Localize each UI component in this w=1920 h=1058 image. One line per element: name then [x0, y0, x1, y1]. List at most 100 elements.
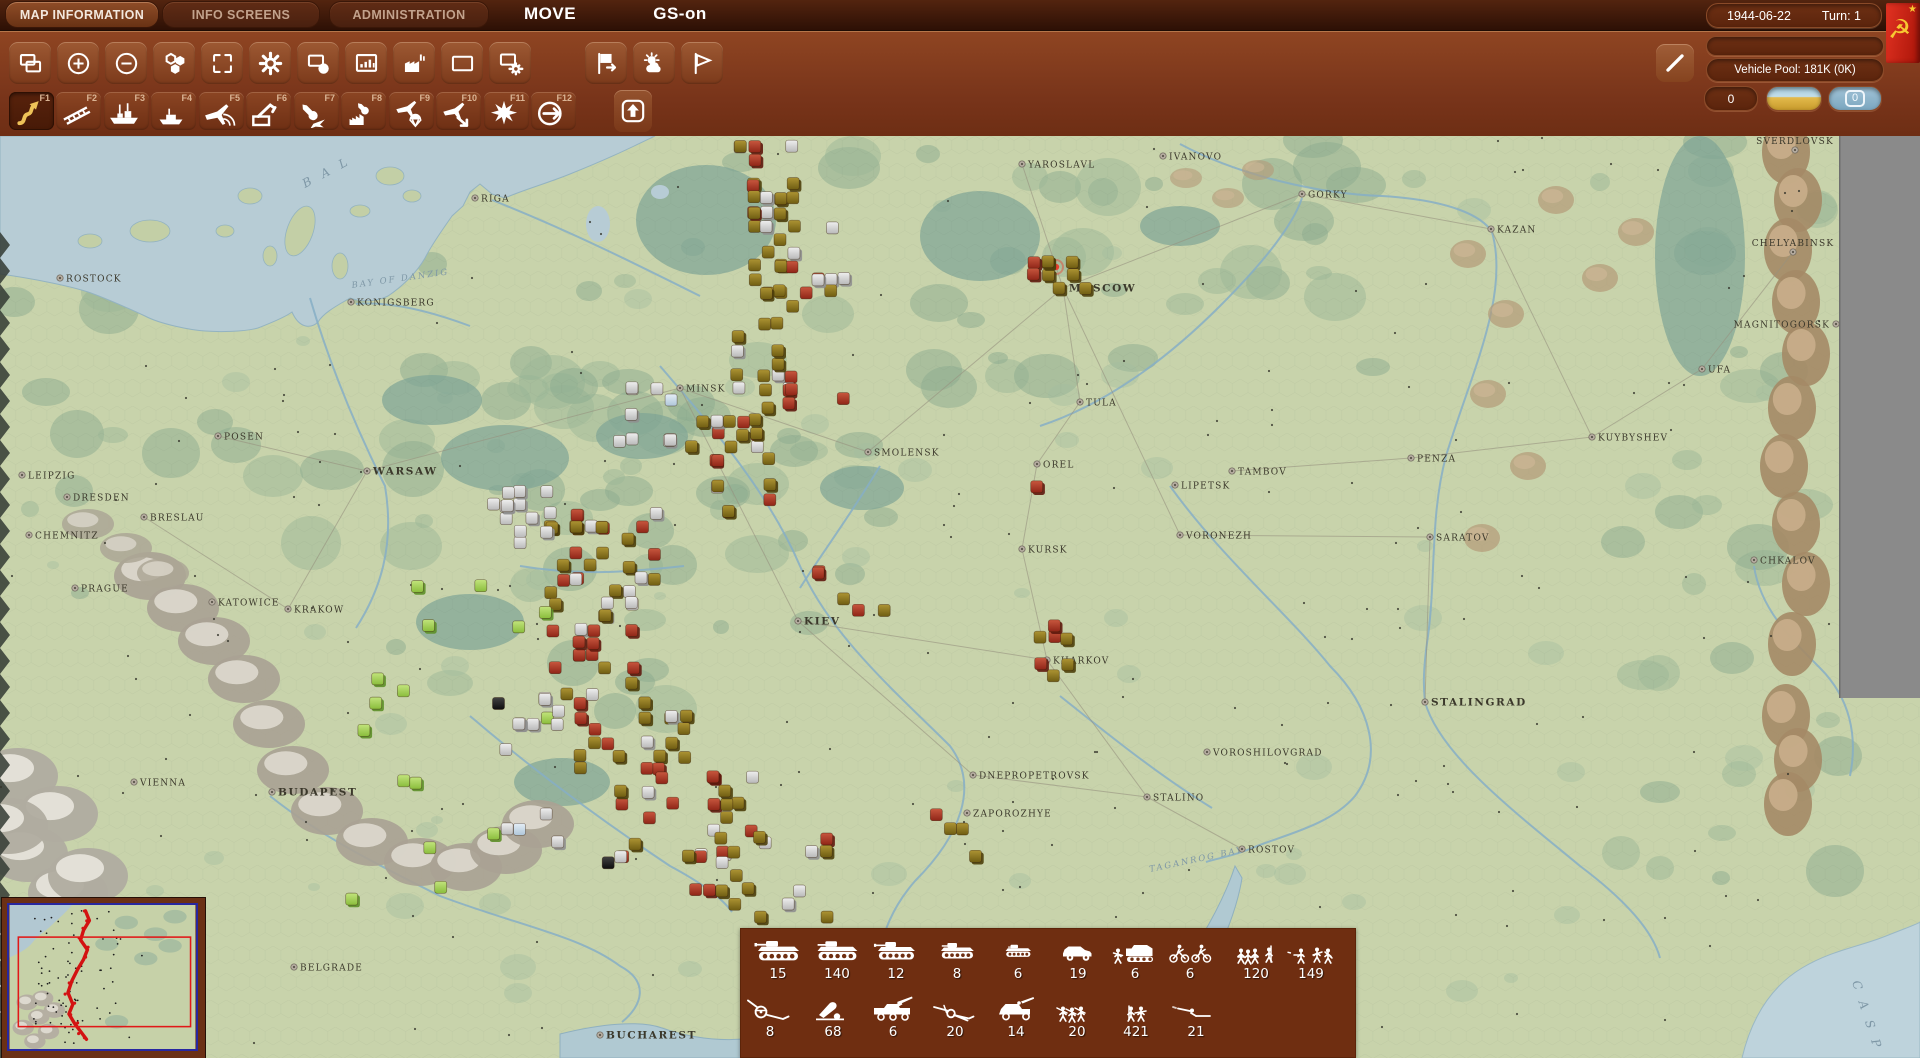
unit-counter[interactable]	[787, 178, 799, 190]
unit-counter[interactable]	[539, 693, 551, 705]
unit-counter[interactable]	[760, 192, 772, 204]
unit-counter[interactable]	[488, 828, 500, 840]
unit-counter[interactable]	[729, 898, 741, 910]
unit-counter[interactable]	[1061, 633, 1073, 645]
unit-counter[interactable]	[788, 220, 800, 232]
chart-window-button[interactable]	[345, 42, 387, 84]
unit-counter[interactable]	[616, 798, 628, 810]
unit-counter[interactable]	[553, 705, 565, 717]
unit-counter[interactable]	[749, 259, 761, 271]
unit-counter[interactable]	[825, 285, 837, 297]
unit-counter[interactable]	[782, 898, 794, 910]
unit-counter[interactable]	[806, 846, 818, 858]
unit-counter[interactable]	[547, 625, 559, 637]
unit-counter[interactable]	[667, 797, 679, 809]
unit-counter[interactable]	[748, 207, 760, 219]
fkey-f9-plane-parachute[interactable]: F9	[389, 92, 434, 130]
unit-counter[interactable]	[574, 762, 586, 774]
unit-counter[interactable]	[643, 812, 655, 824]
counter-display-button[interactable]	[201, 42, 243, 84]
unit-counter[interactable]	[623, 561, 635, 573]
unit-counter[interactable]	[423, 620, 435, 632]
unit-counter[interactable]	[614, 435, 626, 447]
tab-map-information[interactable]: MAP INFORMATION	[6, 2, 158, 27]
unit-counter[interactable]	[760, 384, 772, 396]
unit-counter[interactable]	[737, 429, 749, 441]
unit-counter[interactable]	[475, 580, 487, 592]
unit-counter[interactable]	[1067, 269, 1079, 281]
unit-counter[interactable]	[557, 559, 569, 571]
unit-counter[interactable]	[573, 636, 585, 648]
unit-counter[interactable]	[541, 486, 553, 498]
unit-counter[interactable]	[665, 710, 677, 722]
unit-counter[interactable]	[358, 724, 370, 736]
unit-counter[interactable]	[574, 749, 586, 761]
unit-counter[interactable]	[571, 509, 583, 521]
unit-counter[interactable]	[411, 581, 423, 593]
unit-counter[interactable]	[641, 762, 653, 774]
fkey-f3-ship-large[interactable]: F3	[104, 92, 149, 130]
unit-counter[interactable]	[820, 845, 832, 857]
unit-counter[interactable]	[570, 547, 582, 559]
tab-administration[interactable]: ADMINISTRATION	[330, 2, 488, 27]
unit-counter[interactable]	[754, 831, 766, 843]
unit-counter[interactable]	[838, 593, 850, 605]
unit-counter[interactable]	[759, 318, 771, 330]
unit-counter[interactable]	[575, 712, 587, 724]
unit-counter[interactable]	[711, 415, 723, 427]
unit-counter[interactable]	[501, 823, 513, 835]
unit-counter[interactable]	[734, 141, 746, 153]
unit-counter[interactable]	[665, 394, 677, 406]
unit-counter[interactable]	[623, 586, 635, 598]
unit-counter[interactable]	[755, 911, 767, 923]
unit-counter[interactable]	[599, 662, 611, 674]
unit-counter[interactable]	[545, 587, 557, 599]
minimap-viewport[interactable]	[7, 903, 198, 1051]
unit-counter[interactable]	[708, 798, 720, 810]
unit-counter[interactable]	[742, 883, 754, 895]
unit-counter[interactable]	[574, 698, 586, 710]
unit-counter[interactable]	[625, 597, 637, 609]
unit-counter[interactable]	[493, 698, 505, 710]
unit-counter[interactable]	[589, 737, 601, 749]
unit-counter[interactable]	[785, 383, 797, 395]
fkey-f12-next-circle[interactable]: F12	[531, 92, 576, 130]
unit-counter[interactable]	[651, 383, 663, 395]
unit-counter[interactable]	[587, 638, 599, 650]
unit-counter[interactable]	[774, 208, 786, 220]
unit-counter[interactable]	[502, 487, 514, 499]
unit-counter[interactable]	[747, 180, 759, 192]
unit-counter[interactable]	[785, 371, 797, 383]
fkey-f1-move-arrow[interactable]: F1	[9, 92, 54, 130]
unit-counter[interactable]	[712, 455, 724, 467]
unit-counter[interactable]	[774, 234, 786, 246]
unit-counter[interactable]	[626, 677, 638, 689]
unit-counter[interactable]	[602, 857, 614, 869]
factory-locations-button[interactable]	[393, 42, 435, 84]
unit-counter[interactable]	[1066, 256, 1078, 268]
unit-counter[interactable]	[575, 623, 587, 635]
unit-counter[interactable]	[760, 287, 772, 299]
unit-counter[interactable]	[786, 140, 798, 152]
unit-counter[interactable]	[758, 370, 770, 382]
unit-counter[interactable]	[570, 521, 582, 533]
unit-counter[interactable]	[513, 718, 525, 730]
unit-counter[interactable]	[558, 574, 570, 586]
unit-counter[interactable]	[749, 141, 761, 153]
unit-counter[interactable]	[787, 300, 799, 312]
unit-counter[interactable]	[602, 738, 614, 750]
unit-counter[interactable]	[514, 485, 526, 497]
unit-counter[interactable]	[730, 870, 742, 882]
unit-counter[interactable]	[825, 273, 837, 285]
map-canvas[interactable]: B A LBAY OF DANZIGTAGANROG BAYC A S P RO…	[0, 136, 1920, 1058]
unit-counter[interactable]	[738, 416, 750, 428]
unit-counter[interactable]	[639, 697, 651, 709]
unit-counter[interactable]	[721, 812, 733, 824]
unit-counter[interactable]	[654, 750, 666, 762]
unit-counter[interactable]	[573, 649, 585, 661]
unit-counter[interactable]	[1042, 256, 1054, 268]
unit-counter[interactable]	[346, 893, 358, 905]
unit-counter[interactable]	[435, 881, 447, 893]
unit-counter[interactable]	[731, 345, 743, 357]
unit-counter[interactable]	[723, 416, 735, 428]
